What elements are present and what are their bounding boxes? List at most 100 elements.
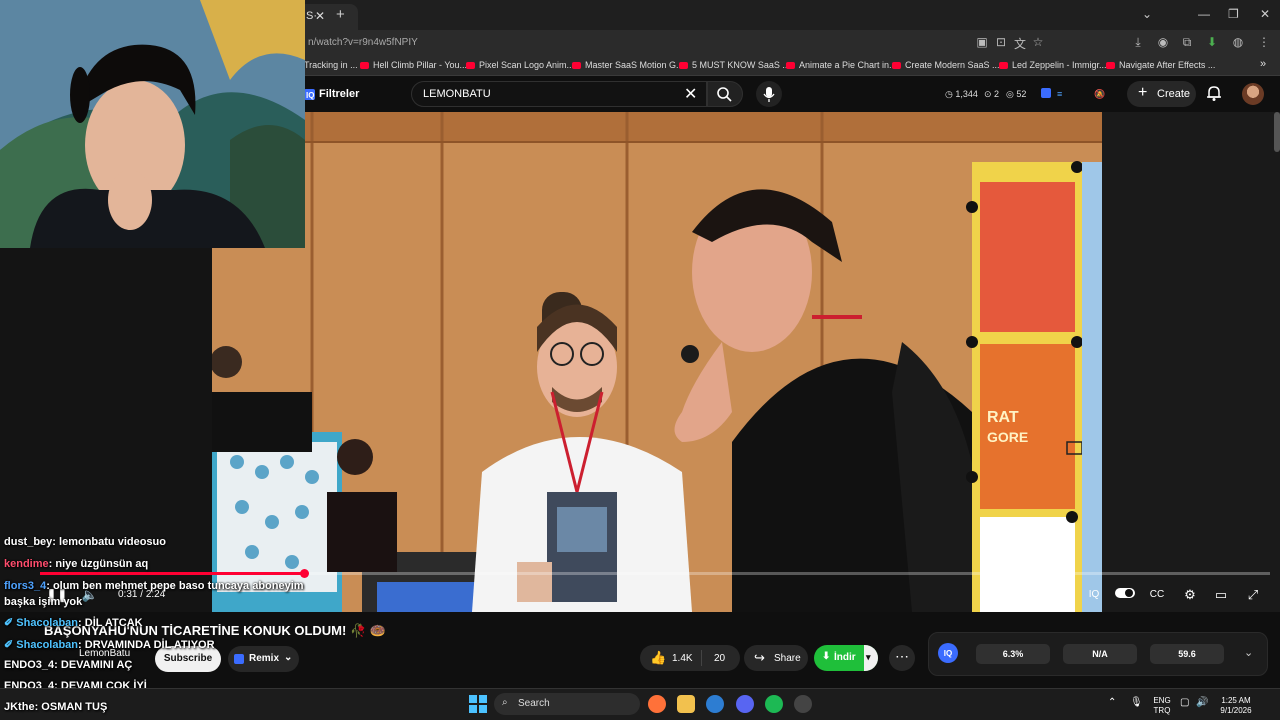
svg-text:RAT: RAT — [987, 409, 1019, 426]
stat-box: N/A — [1063, 644, 1137, 664]
bookmark-item[interactable]: Pixel Scan Logo Anim... — [466, 60, 574, 70]
close-window-button[interactable]: ✕ — [1260, 7, 1270, 21]
progress-played — [40, 572, 305, 575]
bookmark-item[interactable]: Master SaaS Motion G... — [572, 60, 684, 70]
views-stat: ◷ 1,344 — [945, 89, 978, 99]
dislike-count[interactable]: 20 — [714, 653, 725, 664]
voice-search-button[interactable] — [756, 81, 782, 107]
more-actions-button[interactable]: ⋯ — [889, 645, 915, 671]
cast-icon[interactable]: ▣ — [974, 35, 990, 49]
extension-download-icon[interactable]: ⬇ — [1204, 35, 1220, 49]
bookmark-item[interactable]: Create Modern SaaS ... — [892, 60, 1000, 70]
download-button[interactable]: ⬇ İndir ▾ — [814, 645, 878, 671]
globe-icon[interactable]: ◍ — [1230, 35, 1246, 49]
bookmark-item[interactable]: Hell Climb Pillar - You... — [360, 60, 467, 70]
share-button[interactable]: ↪ Share — [744, 645, 808, 671]
divider — [701, 650, 702, 666]
avatar[interactable] — [1242, 83, 1264, 105]
clear-search-icon[interactable]: ✕ — [684, 84, 697, 104]
translate-icon[interactable]: 文 — [1012, 35, 1028, 52]
steam-icon[interactable] — [794, 695, 812, 713]
iq-extension-icon[interactable] — [1041, 88, 1051, 98]
svg-text:GORE: GORE — [987, 429, 1028, 445]
filters-button[interactable]: IQ Filtreler — [304, 88, 359, 100]
miniplayer-icon[interactable]: ▭ — [1211, 587, 1231, 603]
chat-message: kendime: niye üzgünsün aq — [4, 558, 149, 570]
stat-box: 6.3% — [976, 644, 1050, 664]
subtitles-icon[interactable]: CC — [1147, 589, 1167, 600]
clock[interactable]: 1:25 AM 9/1/2026 — [1214, 696, 1258, 716]
search-icon — [717, 87, 732, 102]
menu-icon[interactable]: ⋮ — [1256, 35, 1272, 49]
install-app-icon[interactable]: ⊡ — [993, 35, 1009, 49]
watch-stat: ◎ 52 — [1006, 89, 1027, 99]
video-player[interactable]: RAT GORE — [212, 112, 1102, 612]
download-dropdown-icon[interactable]: ▾ — [864, 645, 878, 671]
list-icon[interactable]: ≡ — [1057, 89, 1062, 99]
search-query: LEMONBATU — [423, 88, 491, 100]
svg-text:IQ: IQ — [306, 91, 314, 100]
notification-off-icon[interactable]: 🔕 — [1094, 89, 1105, 100]
chat-message: flors3_4: olum ben mehmet pepe baso tunc… — [4, 580, 304, 592]
plus-icon: + — [1138, 84, 1148, 101]
windows-start-icon[interactable] — [469, 695, 487, 713]
minimize-button[interactable]: — — [1198, 7, 1210, 21]
like-icon[interactable]: 👍 — [650, 650, 666, 666]
autoplay-toggle[interactable] — [1115, 586, 1135, 603]
iq-badge: IQ — [938, 643, 958, 663]
microphone-tray-icon[interactable]: 🎙 — [1130, 698, 1143, 708]
like-count[interactable]: 1.4K — [672, 653, 693, 664]
page-scrollbar[interactable] — [1274, 112, 1280, 152]
windows-taskbar — [0, 688, 1280, 720]
tab-close-icon[interactable]: ✕ — [315, 9, 325, 23]
network-icon[interactable]: ▢ — [1180, 698, 1189, 708]
speaker-icon[interactable]: 🔊 — [1196, 698, 1208, 708]
bookmark-item[interactable]: Led Zeppelin - Immigr... — [999, 60, 1107, 70]
more-bookmarks-icon[interactable]: » — [1260, 58, 1266, 70]
spotify-icon[interactable] — [765, 695, 783, 713]
stat-box: 59.6 — [1150, 644, 1224, 664]
share-icon: ↪ — [754, 650, 765, 665]
chevron-down-icon[interactable]: ⌄ — [1244, 646, 1253, 659]
taskbar-search[interactable]: ⌕ Search — [494, 693, 640, 715]
network-app-icon[interactable] — [706, 695, 724, 713]
remix-icon — [234, 654, 244, 664]
new-tab-button[interactable]: + — [336, 6, 345, 23]
fullscreen-icon[interactable]: ⤢ — [1243, 587, 1263, 603]
language-indicator[interactable]: ENG TRQ — [1152, 696, 1172, 716]
filters-label: Filtreler — [319, 88, 360, 100]
extensions-icon[interactable]: ⧉ — [1179, 35, 1195, 50]
chevron-down-icon: ⌄ — [284, 652, 293, 663]
bookmark-star-icon[interactable]: ☆ — [1030, 35, 1046, 49]
url-field[interactable]: n/watch?v=r9n4w5fNPIY — [308, 37, 418, 48]
chat-message: JKthe: OSMAN TUŞ — [4, 701, 108, 713]
download-icon[interactable]: ⤓ — [1130, 35, 1146, 50]
search-button[interactable] — [707, 81, 743, 107]
discord-icon[interactable] — [736, 695, 754, 713]
bookmark-item[interactable]: Navigate After Effects ... — [1106, 60, 1215, 70]
maximize-button[interactable]: ❐ — [1228, 7, 1239, 21]
chat-message: dust_bey: lemonbatu videosuo — [4, 536, 166, 548]
bookmark-item[interactable]: Tracking in ... — [304, 60, 358, 70]
bookmark-item[interactable]: Animate a Pie Chart in... — [786, 60, 897, 70]
like-dislike-group: 👍 1.4K 20 — [640, 645, 740, 671]
notifications-bell-icon[interactable] — [1205, 84, 1223, 102]
settings-gear-icon[interactable]: ⚙ — [1180, 587, 1200, 603]
browser-tab[interactable]: S· ✕ — [298, 4, 358, 30]
chat-message: ✐ Shacolaban: DİL ATCAK — [4, 617, 143, 629]
tab-search-icon[interactable]: ⌄ — [1142, 7, 1152, 21]
webcam-overlay — [0, 0, 305, 248]
bookmark-item[interactable]: 5 MUST KNOW SaaS ... — [679, 60, 790, 70]
chat-message: ✐ Shacolaban: DRVAMINDA DİL ATIYOR — [4, 639, 215, 651]
chat-message-continued: başka işim yok — [4, 596, 83, 608]
remix-button[interactable]: Remix ⌄ — [228, 646, 299, 672]
tray-overflow-icon[interactable]: ⌃ — [1108, 698, 1116, 708]
profile-icon[interactable]: ◉ — [1155, 35, 1171, 49]
right-backdrop — [1102, 112, 1280, 612]
iq-player-icon[interactable]: IQ — [1084, 589, 1104, 600]
likes-stat: ⊙ 2 — [984, 89, 1000, 99]
filter-icon: IQ — [304, 89, 315, 100]
chat-message: ENDO3_4: DEVAMINI AÇ — [4, 659, 133, 671]
file-explorer-icon[interactable] — [677, 695, 695, 713]
firefox-icon[interactable] — [648, 695, 666, 713]
